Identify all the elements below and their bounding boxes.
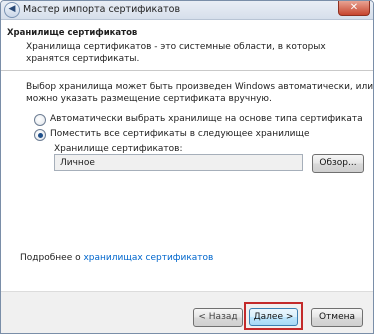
back-arrow-icon[interactable]: ◀ [4, 2, 20, 18]
radio-auto-select-button[interactable] [34, 114, 46, 126]
certificate-stores-link[interactable]: хранилищах сертификатов [83, 253, 213, 263]
wizard-footer: < Назад Далее > Отмена [1, 291, 373, 333]
cancel-button[interactable]: Отмена [311, 308, 363, 327]
wizard-content: Выбор хранилища может быть произведен Wi… [1, 71, 373, 291]
radio-place-all-button[interactable] [34, 129, 46, 141]
radio-auto-select-label[interactable]: Автоматически выбрать хранилище на основ… [50, 114, 363, 124]
close-button[interactable]: ✕ [338, 1, 370, 16]
certificate-store-label: Хранилище сертификатов: [54, 144, 183, 154]
back-button[interactable]: < Назад [193, 308, 243, 327]
next-button-highlight: Далее > [244, 302, 303, 330]
store-selection-description: Выбор хранилища может быть произведен Wi… [26, 81, 374, 105]
certificate-import-wizard-window: ◀ Мастер импорта сертификатов ✕ Хранилищ… [0, 0, 374, 334]
page-title: Хранилище сертификатов [7, 28, 138, 38]
page-description: Хранилища сертификатов - это системные о… [26, 42, 326, 64]
wizard-header: Хранилище сертификатов Хранилища сертифи… [1, 20, 373, 70]
description-line-2: можно указать размещение сертификата вру… [26, 94, 272, 104]
window-title: Мастер импорта сертификатов [23, 4, 181, 15]
title-bar: ◀ Мастер импорта сертификатов ✕ [1, 1, 373, 20]
learn-more-line: Подробнее о хранилищах сертификатов [20, 253, 213, 263]
description-line-1: Выбор хранилища может быть произведен Wi… [26, 82, 374, 92]
certificate-store-field: Личное [54, 154, 303, 171]
radio-place-all-label[interactable]: Поместить все сертификаты в следующее хр… [50, 129, 310, 139]
learn-more-prefix: Подробнее о [20, 253, 84, 263]
browse-button[interactable]: Обзор... [312, 154, 364, 173]
next-button[interactable]: Далее > [249, 308, 298, 326]
